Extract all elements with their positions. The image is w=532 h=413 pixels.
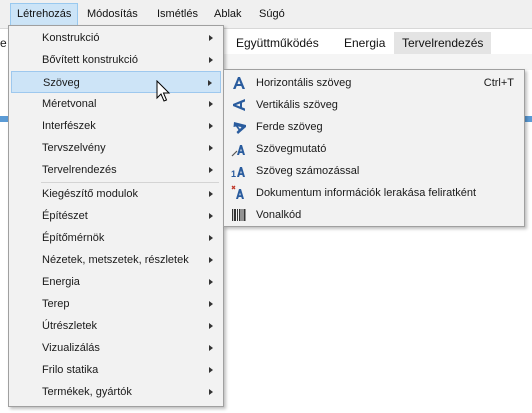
submenu-item-szoveg-szamozassal[interactable]: 1 Szöveg számozással [226, 160, 522, 182]
submenu-item-label: Ferde szöveg [256, 121, 323, 133]
menu-item-energia[interactable]: Energia [11, 271, 221, 293]
menu-item-frilo-statika[interactable]: Frilo statika [11, 359, 221, 381]
menu-item-label: Nézetek, metszetek, részletek [42, 254, 189, 266]
menu-item-interfeszek[interactable]: Interfészek [11, 115, 221, 137]
submenu-item-horizontalis-szoveg[interactable]: Horizontális szöveg Ctrl+T [226, 72, 522, 94]
submenu-arrow-icon [209, 279, 213, 285]
menu-item-epiteszet[interactable]: Építészet [11, 205, 221, 227]
menu-item-label: Interfészek [42, 120, 96, 132]
menu-item-label: Tervelrendezés [42, 164, 117, 176]
submenu-arrow-icon [209, 101, 213, 107]
menu-sugo[interactable]: Súgó [253, 3, 291, 25]
submenu-item-label: Dokumentum információk lerakása feliratk… [256, 187, 477, 199]
submenu-arrow-icon [209, 167, 213, 173]
menu-item-epitomernok[interactable]: Építőmérnök [11, 227, 221, 249]
submenu-arrow-icon [209, 35, 213, 41]
text-slanted-icon [231, 119, 247, 135]
submenu-item-label: Vertikális szöveg [256, 99, 338, 111]
shortcut-label: Ctrl+T [483, 77, 514, 89]
tab-energia[interactable]: Energia [336, 32, 393, 54]
menu-item-label: Útrészletek [42, 320, 98, 332]
svg-text:1: 1 [231, 169, 236, 179]
background-tab-fragment: e [0, 33, 8, 53]
submenu-arrow-icon [209, 213, 213, 219]
document-info-label-icon [231, 185, 247, 201]
background-tab-fragment-label: e [0, 36, 7, 50]
menu-item-nezetek-metszetek-reszletek[interactable]: Nézetek, metszetek, részletek [11, 249, 221, 271]
submenu-arrow-icon [209, 145, 213, 151]
menu-item-szoveg[interactable]: Szöveg [11, 71, 221, 93]
menu-item-label: Kiegészítő modulok [42, 188, 138, 200]
menu-item-label: Terep [42, 298, 70, 310]
submenu-arrow-icon [209, 191, 213, 197]
menu-ablak[interactable]: Ablak [208, 3, 248, 25]
menu-item-meretvonal[interactable]: Méretvonal [11, 93, 221, 115]
menu-item-vizualizalas[interactable]: Vizualizálás [11, 337, 221, 359]
submenu-item-dokumentum-informaciok[interactable]: Dokumentum információk lerakása feliratk… [226, 182, 522, 204]
mouse-cursor-icon [156, 80, 171, 102]
menu-item-tervszelveny[interactable]: Tervszelvény [11, 137, 221, 159]
submenu-item-ferde-szoveg[interactable]: Ferde szöveg [226, 116, 522, 138]
submenu-item-label: Vonalkód [256, 209, 302, 221]
submenu-arrow-icon [209, 301, 213, 307]
menu-item-tervelrendezes[interactable]: Tervelrendezés [11, 159, 221, 181]
submenu-arrow-icon [209, 345, 213, 351]
menu-item-konstrukcio[interactable]: Konstrukció [11, 27, 221, 49]
submenu-item-label: Szövegmutató [256, 143, 327, 155]
submenu-arrow-icon [209, 389, 213, 395]
submenu-item-vertikalis-szoveg[interactable]: Vertikális szöveg [226, 94, 522, 116]
submenu-arrow-icon [209, 235, 213, 241]
submenu-arrow-icon [208, 80, 212, 86]
menu-item-label: Építészet [42, 210, 88, 222]
menu-item-terep[interactable]: Terep [11, 293, 221, 315]
submenu-item-vonalkod[interactable]: Vonalkód [226, 204, 522, 226]
menu-item-label: Energia [42, 276, 80, 288]
menu-item-kiegeszito-modulok[interactable]: Kiegészítő modulok [11, 183, 221, 205]
menu-letrehozas[interactable]: Létrehozás [10, 3, 79, 27]
menu-item-label: Konstrukció [42, 32, 100, 44]
menu-item-label: Termékek, gyártók [42, 386, 132, 398]
text-horizontal-icon [231, 75, 247, 91]
menu-item-termekek-gyartok[interactable]: Termékek, gyártók [11, 381, 221, 403]
text-vertical-icon [231, 97, 247, 113]
submenu-arrow-icon [209, 367, 213, 373]
menu-item-utreszletek[interactable]: Útrészletek [11, 315, 221, 337]
submenu-arrow-icon [209, 123, 213, 129]
submenu-item-szovegmutato[interactable]: Szövegmutató [226, 138, 522, 160]
ribbon-toolbar [224, 54, 532, 70]
ribbon-tabs: Együttműködés Energia Tervelrendezés [224, 32, 532, 54]
tab-egyuttmukodes[interactable]: Együttműködés [228, 32, 327, 54]
letrehozas-dropdown: Konstrukció Bővített konstrukció Szöveg … [8, 25, 224, 407]
menu-item-label: Frilo statika [42, 364, 99, 376]
submenu-item-label: Szöveg számozással [256, 165, 360, 177]
menu-item-bovitett-konstrukcio[interactable]: Bővített konstrukció [11, 49, 221, 71]
menu-item-label: Építőmérnök [42, 232, 105, 244]
menu-item-label: Vizualizálás [42, 342, 100, 354]
menu-item-label: Bővített konstrukció [42, 54, 138, 66]
submenu-arrow-icon [209, 323, 213, 329]
text-pointer-icon [231, 141, 247, 157]
szoveg-submenu: Horizontális szöveg Ctrl+T Vertikális sz… [223, 69, 525, 227]
tab-tervelrendezes[interactable]: Tervelrendezés [394, 32, 492, 54]
barcode-icon [231, 207, 247, 223]
submenu-item-label: Horizontális szöveg [256, 77, 352, 89]
text-numbered-icon: 1 [231, 163, 247, 179]
submenu-arrow-icon [209, 57, 213, 63]
menu-item-label: Szöveg [43, 77, 80, 89]
menu-item-label: Méretvonal [42, 98, 97, 110]
menu-modositas[interactable]: Módosítás [81, 3, 144, 25]
menu-ismetles[interactable]: Ismétlés [151, 3, 204, 25]
menu-item-label: Tervszelvény [42, 142, 106, 154]
submenu-arrow-icon [209, 257, 213, 263]
